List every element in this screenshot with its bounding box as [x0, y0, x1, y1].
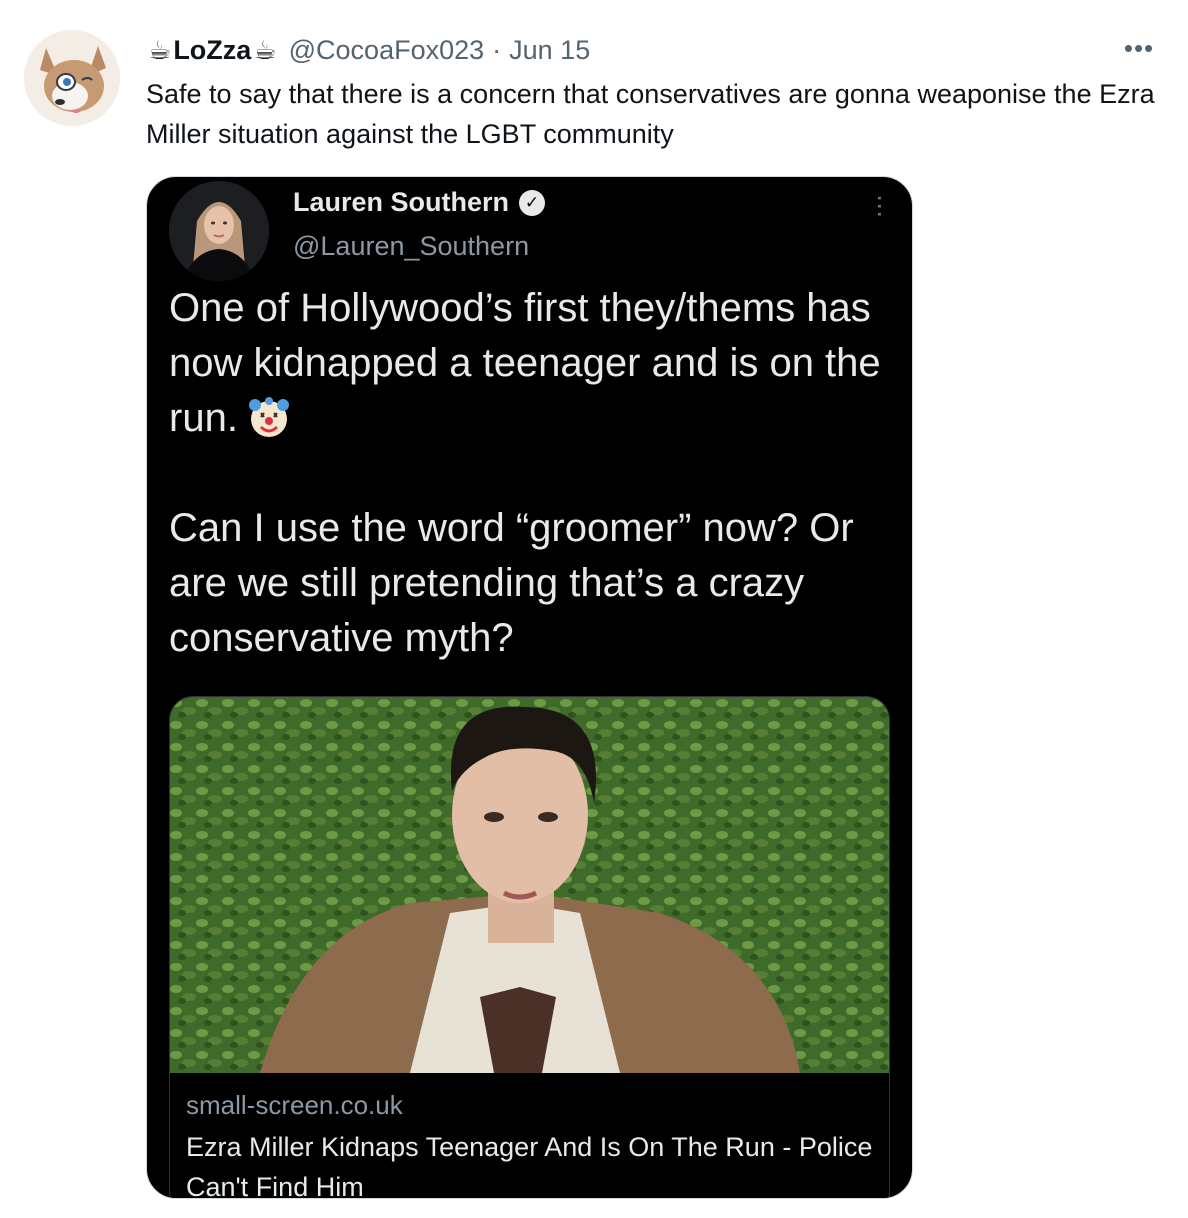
tweet-header: ☕ LoZza ☕ @CocoaFox023 · Jun 15	[146, 30, 590, 70]
person-photo-icon	[170, 697, 889, 1073]
coffee-cup-icon: ☕	[148, 35, 172, 65]
separator-dot: ·	[492, 34, 502, 65]
tweet-text: Safe to say that there is a concern that…	[146, 79, 1155, 149]
link-card-image	[170, 697, 889, 1073]
person-avatar-icon	[169, 181, 269, 281]
author-handle[interactable]: @CocoaFox023	[289, 35, 485, 66]
quoted-paragraph: Can I use the word “groomer” now? Or are…	[169, 506, 854, 660]
quoted-paragraph: One of Hollywood’s first they/thems has …	[169, 281, 899, 446]
quoted-author-handle: @Lauren_Southern	[293, 231, 530, 261]
quoted-author-name-text: Lauren Southern	[293, 187, 510, 217]
author-name-text: LoZza	[173, 34, 252, 65]
quoted-avatar	[169, 181, 269, 281]
link-card-title: Ezra Miller Kidnaps Teenager And Is On T…	[186, 1132, 873, 1199]
link-card: small-screen.co.uk Ezra Miller Kidnaps T…	[169, 696, 890, 1199]
quoted-more-icon: ⋯	[866, 194, 893, 214]
tweet[interactable]: ☕ LoZza ☕ @CocoaFox023 · Jun 15 ••• Safe…	[0, 0, 1188, 1218]
link-card-domain: small-screen.co.uk	[186, 1090, 403, 1120]
fox-avatar-icon	[24, 30, 120, 126]
quoted-author-name: Lauren Southern ✓	[293, 187, 546, 218]
clown-face-icon	[248, 397, 289, 437]
user-avatar[interactable]	[24, 30, 120, 126]
verified-badge-icon: ✓	[519, 189, 546, 216]
tweet-date[interactable]: Jun 15	[509, 35, 590, 66]
quoted-tweet-screenshot[interactable]: Lauren Southern ✓ @Lauren_Southern ⋯ One…	[146, 176, 913, 1199]
quoted-tweet-text: One of Hollywood’s first they/thems has …	[169, 281, 899, 721]
coffee-cup-icon: ☕	[253, 35, 277, 65]
more-options-icon[interactable]: •••	[1118, 32, 1160, 64]
author-name[interactable]: ☕ LoZza ☕	[146, 35, 279, 66]
